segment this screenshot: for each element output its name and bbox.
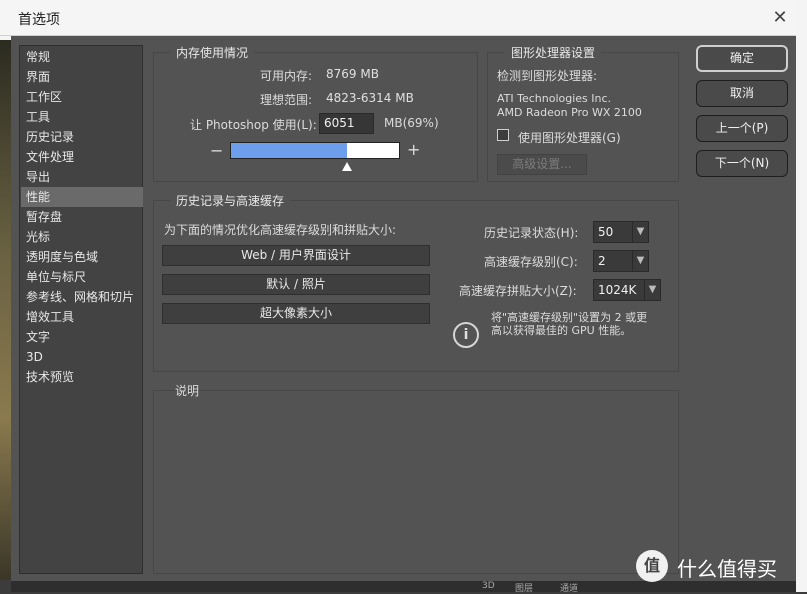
cache-tile-size-value: 1024K: [598, 283, 637, 297]
huge-pixel-dimensions-button[interactable]: 超大像素大小: [162, 303, 430, 324]
gpu-settings-title: 图形处理器设置: [505, 44, 602, 61]
title-bar: [0, 0, 796, 36]
background-panel-strip: [11, 581, 796, 592]
sidebar-item-history[interactable]: 历史记录: [21, 127, 143, 147]
use-gpu-label[interactable]: 使用图形处理器(G): [518, 129, 621, 146]
description-panel: [153, 390, 679, 574]
available-memory-value: 8769 MB: [326, 67, 379, 81]
background-tab-channels: 通道: [560, 584, 579, 594]
sidebar-item-tools[interactable]: 工具: [21, 107, 143, 127]
background-fragment: [0, 40, 11, 580]
sidebar-item-general[interactable]: 常规: [21, 47, 143, 67]
advanced-settings-button[interactable]: 高级设置...: [497, 154, 587, 175]
sidebar-item-guides-grid-slices[interactable]: 参考线、网格和切片: [21, 287, 143, 307]
close-icon[interactable]: ✕: [768, 6, 792, 30]
chevron-down-icon: ▼: [632, 222, 648, 242]
cache-levels-label: 高速缓存级别(C):: [484, 255, 578, 269]
sidebar-item-workspace[interactable]: 工作区: [21, 87, 143, 107]
optimize-label: 为下面的情况优化高速缓存级别和拼贴大小:: [164, 223, 397, 237]
default-photos-button[interactable]: 默认 / 照片: [162, 274, 430, 295]
background-tab-3d: 3D: [482, 581, 495, 591]
ideal-range-value: 4823-6314 MB: [326, 91, 414, 105]
cancel-button[interactable]: 取消: [696, 80, 788, 107]
use-gpu-checkbox[interactable]: [497, 129, 509, 141]
sidebar-item-interface[interactable]: 界面: [21, 67, 143, 87]
history-cache-title: 历史记录与高速缓存: [170, 192, 291, 209]
window-title: 首选项: [18, 12, 60, 28]
history-states-value: 50: [598, 225, 614, 239]
description-title: 说明: [175, 384, 200, 398]
increase-memory-button[interactable]: +: [407, 140, 420, 159]
ok-button[interactable]: 确定: [696, 45, 788, 72]
memory-use-unit: MB(69%): [384, 116, 439, 130]
watermark-text: 什么值得买: [677, 557, 777, 581]
sidebar-item-export[interactable]: 导出: [21, 167, 143, 187]
memory-use-input[interactable]: 6051: [319, 113, 374, 134]
memory-usage-title: 内存使用情况: [170, 44, 255, 61]
background-app-edge: [796, 0, 807, 592]
next-button[interactable]: 下一个(N): [696, 150, 788, 177]
gpu-hint-line2: 高以获得最佳的 GPU 性能。: [491, 324, 632, 337]
sidebar-item-performance[interactable]: 性能: [21, 187, 143, 207]
gpu-detected-label: 检测到图形处理器:: [497, 69, 598, 83]
ideal-range-label: 理想范围:: [260, 93, 313, 107]
sidebar-item-scratch-disks[interactable]: 暂存盘: [21, 207, 143, 227]
sidebar-item-technology-previews[interactable]: 技术预览: [21, 367, 143, 387]
sidebar-item-file-handling[interactable]: 文件处理: [21, 147, 143, 167]
sidebar-item-cursors[interactable]: 光标: [21, 227, 143, 247]
sidebar-item-units-rulers[interactable]: 单位与标尺: [21, 267, 143, 287]
sidebar-item-transparency-gamut[interactable]: 透明度与色域: [21, 247, 143, 267]
decrease-memory-button[interactable]: −: [210, 141, 223, 160]
memory-slider-track[interactable]: [230, 142, 400, 159]
web-ui-design-button[interactable]: Web / 用户界面设计: [162, 245, 430, 266]
previous-button[interactable]: 上一个(P): [696, 115, 788, 142]
cache-tile-size-select[interactable]: 1024K ▼: [593, 279, 661, 301]
watermark-logo-icon: 值: [636, 550, 668, 582]
memory-slider-thumb[interactable]: [342, 162, 352, 171]
sidebar: 常规 界面 工作区 工具 历史记录 文件处理 导出 性能 暂存盘 光标 透明度与…: [19, 45, 143, 574]
cache-tile-size-label: 高速缓存拼贴大小(Z):: [459, 284, 577, 298]
available-memory-label: 可用内存:: [260, 69, 313, 83]
photoshop-use-label: 让 Photoshop 使用(L):: [190, 118, 317, 132]
chevron-down-icon: ▼: [632, 251, 648, 271]
chevron-down-icon: ▼: [644, 280, 660, 300]
cache-levels-select[interactable]: 2 ▼: [593, 250, 649, 272]
sidebar-item-type[interactable]: 文字: [21, 327, 143, 347]
info-icon: i: [453, 322, 479, 348]
memory-slider-fill: [231, 143, 347, 158]
cache-levels-value: 2: [598, 254, 606, 268]
sidebar-item-plugins[interactable]: 增效工具: [21, 307, 143, 327]
history-states-select[interactable]: 50 ▼: [593, 221, 649, 243]
gpu-model: AMD Radeon Pro WX 2100: [497, 106, 642, 119]
sidebar-item-3d[interactable]: 3D: [21, 347, 143, 367]
gpu-vendor: ATI Technologies Inc.: [497, 92, 612, 105]
background-tab-layers: 图层: [515, 584, 534, 594]
history-states-label: 历史记录状态(H):: [484, 226, 579, 240]
